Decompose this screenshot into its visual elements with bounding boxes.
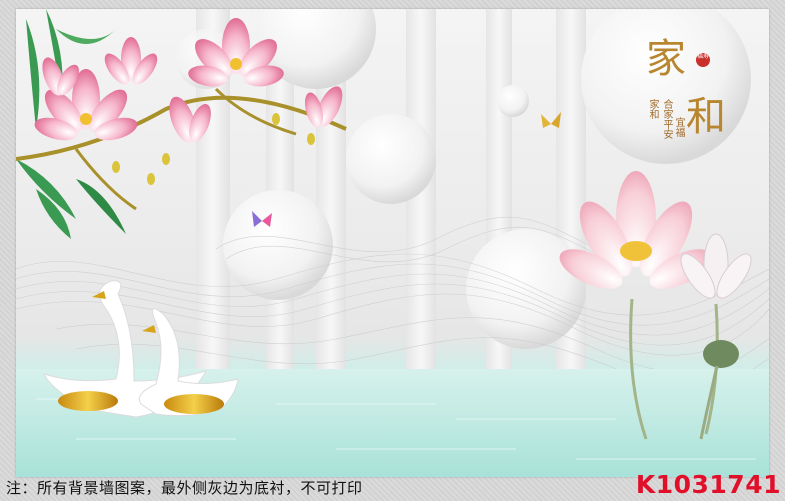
calligraphy-side-left: 家和 bbox=[647, 99, 658, 119]
calligraphy-main-char-1: 家 bbox=[646, 36, 686, 82]
printing-note: 注：所有背景墙图案，最外侧灰边为底衬，不可打印 bbox=[6, 479, 363, 497]
red-seal-stamp: 福寿 bbox=[696, 53, 710, 67]
product-code: K1031741 bbox=[635, 470, 781, 499]
calligraphy-blessing: 家 和 家和 合家平安 宜福 福寿 bbox=[646, 39, 736, 169]
wall-mural-image: 家 和 家和 合家平安 宜福 福寿 bbox=[16, 9, 769, 477]
calligraphy-main-char-2: 和 bbox=[686, 94, 726, 140]
calligraphy-side-mid: 合家平安 bbox=[661, 99, 672, 139]
calligraphy-side-right: 宜福 bbox=[673, 117, 684, 137]
